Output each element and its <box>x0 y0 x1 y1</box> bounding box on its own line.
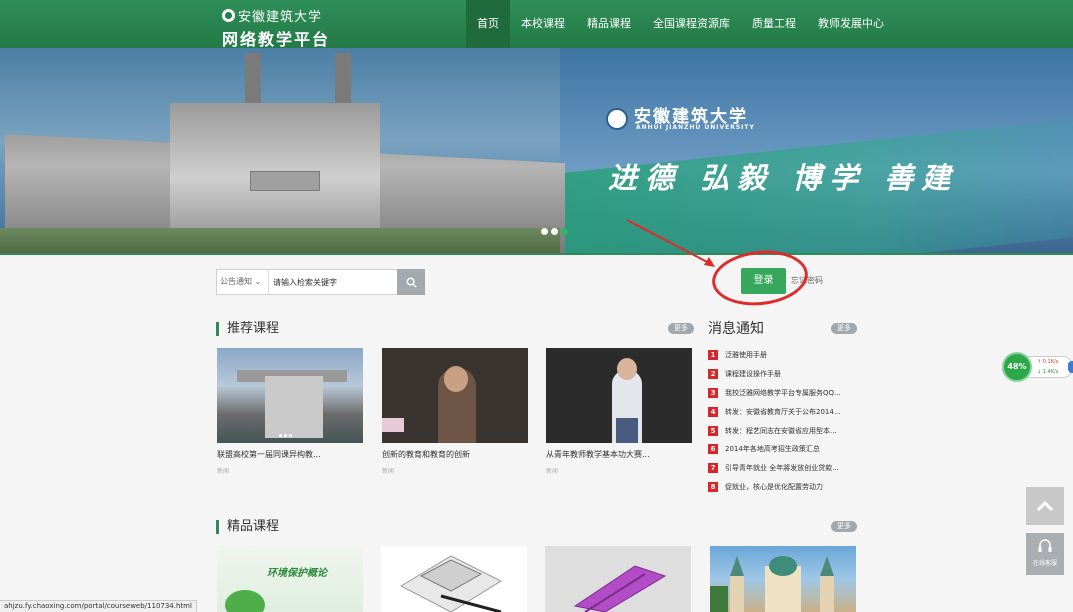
news-rank-badge: 4 <box>708 406 718 417</box>
usage-gauge: 48% <box>1002 352 1032 382</box>
news-rank-badge: 2 <box>708 369 718 380</box>
course-tag: 新闻 <box>382 468 395 475</box>
news-title[interactable]: 引导青年就业 全年將发放创业贷款... <box>725 463 839 473</box>
upload-speed: 0.1K/s <box>1042 359 1059 365</box>
hero-banner[interactable]: 安徽建筑大学 ANHUI JIANZHU UNIVERSITY 进德 弘毅 博学… <box>0 48 1073 253</box>
course-card[interactable]: 从青年教师教学基本功大赛... 新闻 <box>546 348 692 475</box>
nav-item-school-courses[interactable]: 本校课程 <box>510 0 576 48</box>
news-item[interactable]: 7 引导青年就业 全年將发放创业贷款... <box>708 459 868 478</box>
search-input[interactable] <box>269 270 397 294</box>
news-title[interactable]: 促就业，核心是优化配置劳动力 <box>725 482 823 492</box>
news-title[interactable]: 转发：安徽省教育厅关于公布2014... <box>725 407 841 417</box>
news-item[interactable]: 4 转发：安徽省教育厅关于公布2014... <box>708 402 868 421</box>
online-service-label: 在线客服 <box>1032 560 1057 567</box>
logo-platform-name: 网络教学平台 <box>222 30 331 49</box>
site-logo[interactable]: 安徽建筑大学 网络教学平台 <box>222 6 330 50</box>
structure-model-image <box>573 565 667 612</box>
course-thumbnail <box>382 348 528 443</box>
course-thumbnail <box>217 348 363 443</box>
annotation-arrow <box>626 219 715 267</box>
search-category-select[interactable]: 公告通知 ⌄ <box>217 270 269 294</box>
news-item[interactable]: 8 促就业，核心是优化配置劳动力 <box>708 478 868 497</box>
search-icon <box>406 277 417 288</box>
news-title[interactable]: 课程建设操作手册 <box>725 369 781 379</box>
featured-course-thumbnail[interactable]: 环境保护概论 <box>217 546 363 612</box>
course-title[interactable]: 联盟高校第一届同课异构教... <box>217 449 363 460</box>
logo-university-name: 安徽建筑大学 <box>238 10 323 25</box>
section-title-recommended: 推荐课程 <box>216 322 279 336</box>
featured-course-thumbnail[interactable] <box>381 546 527 612</box>
header: 安徽建筑大学 网络教学平台 首页 本校课程 精品课程 全国课程资源库 质量工程 … <box>0 0 1073 50</box>
headset-icon <box>1038 539 1052 552</box>
news-item[interactable]: 3 我校泛雅网络教学平台专属服务QQ... <box>708 384 868 403</box>
featured-course-thumb-text: 环境保护概论 <box>267 568 327 579</box>
news-more-button[interactable]: 更多 <box>831 323 857 334</box>
page: 安徽建筑大学 网络教学平台 首页 本校课程 精品课程 全国课程资源库 质量工程 … <box>0 0 1073 612</box>
news-rank-badge: 1 <box>708 350 718 361</box>
nav-item-quality-courses[interactable]: 精品课程 <box>576 0 642 48</box>
banner-university-name-en: ANHUI JIANZHU UNIVERSITY <box>636 124 755 131</box>
news-list: 1 泛雅使用手册 2 课程建设操作手册 3 我校泛雅网络教学平台专属服务QQ... 4… <box>708 346 868 496</box>
course-card[interactable]: 联盟高校第一届同课异构教... 新闻 <box>217 348 363 475</box>
online-service-button[interactable]: 在线客服 <box>1026 533 1064 575</box>
news-rank-badge: 8 <box>708 481 718 492</box>
university-emblem-icon <box>606 108 628 130</box>
course-card[interactable]: 创新的教育和教育的创新 新闻 <box>382 348 528 475</box>
back-to-top-button[interactable] <box>1026 487 1064 525</box>
course-title[interactable]: 创新的教育和教育的创新 <box>382 449 528 460</box>
speed-panel: ↑ 0.1K/s ↓ 1.4K/s <box>1026 356 1073 378</box>
carousel-indicators <box>541 228 568 235</box>
section-title-featured: 精品课程 <box>216 520 279 534</box>
nav-item-national-resources[interactable]: 全国课程资源库 <box>642 0 741 48</box>
news-item[interactable]: 5 转发：程艺同志在安徽省应用型本... <box>708 421 868 440</box>
status-url: ahjzu.fy.chaoxing.com/portal/courseweb/1… <box>0 600 197 612</box>
network-speed-widget[interactable]: ↑ 0.1K/s ↓ 1.4K/s 48% <box>1002 352 1073 382</box>
course-title[interactable]: 从青年教师教学基本功大赛... <box>546 449 692 460</box>
news-rank-badge: 5 <box>708 425 718 436</box>
main-nav: 首页 本校课程 精品课程 全国课程资源库 质量工程 教师发展中心 <box>466 0 895 48</box>
course-tag: 新闻 <box>546 468 559 475</box>
news-title[interactable]: 我校泛雅网络教学平台专属服务QQ... <box>725 388 841 398</box>
news-item[interactable]: 2 课程建设操作手册 <box>708 365 868 384</box>
course-tag: 新闻 <box>217 468 230 475</box>
nav-item-quality-project[interactable]: 质量工程 <box>741 0 807 48</box>
featured-course-thumbnail[interactable] <box>545 546 691 612</box>
search-button[interactable] <box>397 269 425 295</box>
course-thumbnail <box>546 348 692 443</box>
news-rank-badge: 7 <box>708 463 718 474</box>
annotation-circle <box>709 246 811 310</box>
banner-motto: 进德 弘毅 博学 善建 <box>608 161 959 195</box>
divider <box>0 253 1073 255</box>
carousel-dot[interactable] <box>551 228 558 235</box>
university-emblem-icon <box>222 9 235 22</box>
news-title[interactable]: 转发：程艺同志在安徽省应用型本... <box>725 426 837 436</box>
church-image <box>710 556 834 612</box>
house-model-image <box>399 555 503 612</box>
nav-item-teacher-development[interactable]: 教师发展中心 <box>807 0 895 48</box>
news-rank-badge: 3 <box>708 387 718 398</box>
news-item[interactable]: 1 泛雅使用手册 <box>708 346 868 365</box>
chevron-up-icon <box>1036 500 1054 512</box>
featured-more-button[interactable]: 更多 <box>831 521 857 532</box>
news-item[interactable]: 6 2014年各地高考招生政策汇总 <box>708 440 868 459</box>
nav-item-home[interactable]: 首页 <box>466 0 510 48</box>
carousel-dot-active[interactable] <box>561 228 568 235</box>
featured-course-thumbnail[interactable] <box>710 546 856 612</box>
recommended-more-button[interactable]: 更多 <box>668 323 694 334</box>
section-title-news: 消息通知 <box>708 321 764 337</box>
news-rank-badge: 6 <box>708 444 718 455</box>
carousel-dot[interactable] <box>541 228 548 235</box>
news-title[interactable]: 泛雅使用手册 <box>725 350 767 360</box>
search-bar: 公告通知 ⌄ <box>216 269 425 295</box>
news-title[interactable]: 2014年各地高考招生政策汇总 <box>725 444 820 454</box>
download-speed: 1.4K/s <box>1042 369 1059 375</box>
